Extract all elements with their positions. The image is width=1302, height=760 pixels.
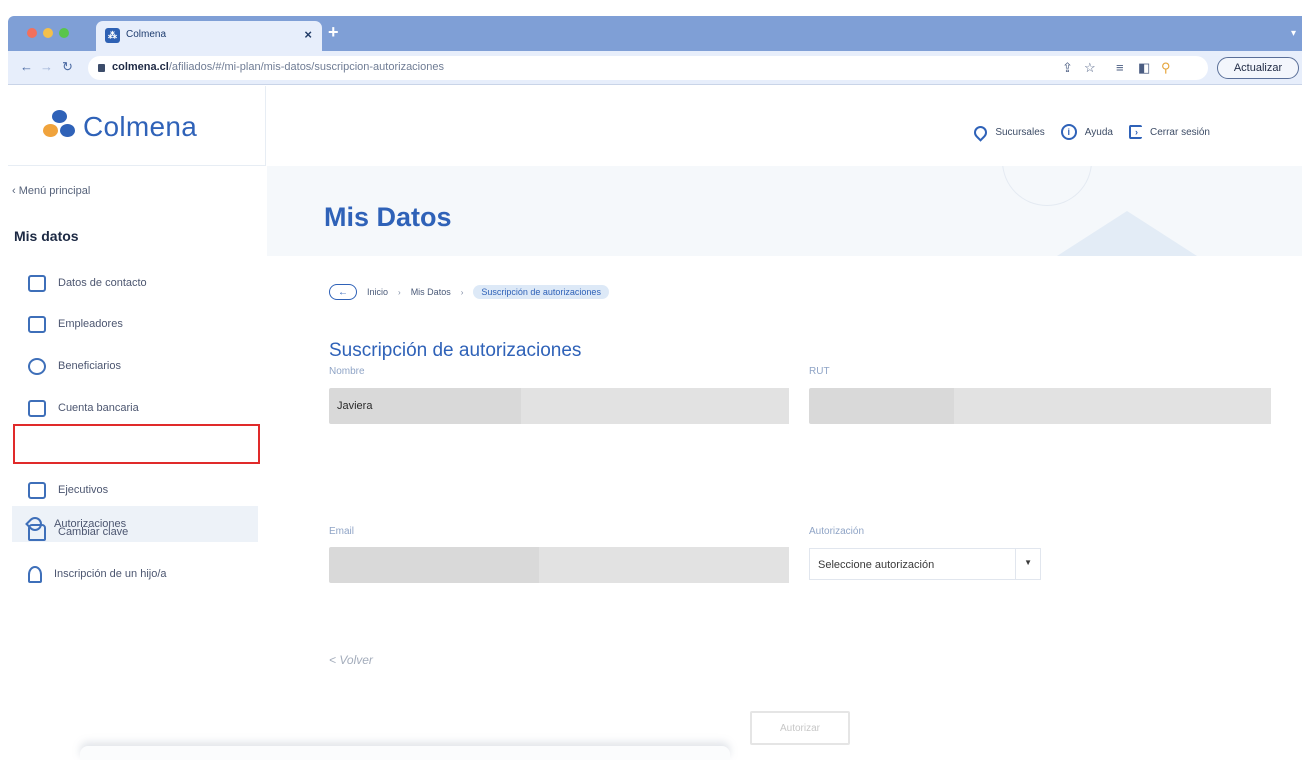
new-tab-icon[interactable]: +	[328, 22, 339, 43]
volver-link[interactable]: < Volver	[329, 653, 373, 667]
breadcrumb-separator-icon: ›	[398, 287, 401, 297]
tab-close-icon[interactable]: ×	[304, 27, 312, 42]
window-minimize-button[interactable]	[43, 28, 53, 38]
breadcrumb: ← Inicio › Mis Datos › Suscripción de au…	[329, 282, 609, 302]
back-arrow-icon[interactable]: ←	[329, 284, 357, 300]
logout-icon: ›	[1128, 125, 1142, 139]
logo-area: Colmena	[8, 86, 266, 166]
bookmark-star-icon[interactable]: ☆	[1084, 60, 1096, 76]
sidebar-item-datos-de-contacto[interactable]: Datos de contacto	[12, 265, 258, 301]
sidebar-item-inscripcion-hijo[interactable]: Inscripción de un hijo/a	[12, 556, 258, 592]
child-icon	[28, 565, 42, 583]
email-label: Email	[329, 526, 355, 537]
tab-title: Colmena	[126, 29, 167, 40]
rut-label: RUT	[809, 366, 830, 377]
breadcrumb-inicio[interactable]: Inicio	[367, 287, 388, 297]
page-title: Mis Datos	[324, 202, 452, 232]
form-title: Suscripción de autorizaciones	[329, 340, 582, 361]
colmena-favicon-icon: ⁂	[105, 28, 120, 43]
ayuda-link[interactable]: i Ayuda	[1060, 124, 1113, 140]
secure-lock-icon	[98, 64, 105, 72]
email-field[interactable]	[329, 547, 789, 583]
autorizar-button[interactable]: Autorizar	[750, 711, 850, 745]
field-shade	[954, 388, 1271, 424]
window-close-button[interactable]	[27, 28, 37, 38]
nombre-label: Nombre	[329, 366, 365, 377]
sidebar-item-label: Beneficiarios	[58, 360, 121, 372]
location-pin-icon	[971, 122, 991, 142]
cerrar-sesion-link[interactable]: › Cerrar sesión	[1128, 125, 1210, 139]
bottom-panel-edge	[80, 746, 730, 760]
header-links: Sucursales i Ayuda › Cerrar sesión	[971, 122, 1210, 142]
page-hero: Mis Datos	[267, 166, 1302, 256]
sidebar-item-ejecutivos[interactable]: Ejecutivos	[12, 472, 258, 508]
back-arrow-icon[interactable]: ←	[20, 59, 33, 74]
reload-icon[interactable]: ↻	[62, 59, 73, 75]
main-content: Mis Datos ← Inicio › Mis Datos › Suscrip…	[267, 166, 1302, 759]
sidebar-item-cambiar-clave[interactable]: Cambiar clave	[12, 514, 258, 550]
browser-tab-bar: ⁂ Colmena × + ▾	[0, 0, 1302, 51]
hero-decoration	[1057, 211, 1197, 256]
sidebar-item-label: Datos de contacto	[58, 277, 147, 289]
field-shade	[539, 547, 789, 583]
colmena-logo-icon[interactable]	[43, 110, 77, 140]
address-bar: ← → ↻ colmena.cl/afiliados/#/mi-plan/mis…	[8, 51, 1302, 85]
building-icon	[28, 315, 46, 333]
nombre-field[interactable]: Javiera	[329, 388, 789, 424]
cerrar-sesion-label: Cerrar sesión	[1149, 126, 1210, 138]
forward-arrow-icon[interactable]: →	[40, 59, 53, 74]
url-text: colmena.cl/afiliados/#/mi-plan/mis-datos…	[112, 61, 444, 73]
breadcrumb-current: Suscripción de autorizaciones	[473, 285, 609, 299]
autorizacion-label: Autorización	[809, 526, 865, 537]
url-field[interactable]: colmena.cl/afiliados/#/mi-plan/mis-datos…	[88, 56, 1208, 80]
extension-icon[interactable]: ⚲	[1161, 60, 1171, 76]
sidebar-item-cuenta-bancaria[interactable]: Cuenta bancaria	[12, 390, 258, 426]
sidebar-section-title: Mis datos	[14, 228, 79, 244]
site-page: Colmena Sucursales i Ayuda › Cerrar sesi…	[8, 86, 1302, 760]
bank-account-icon	[28, 399, 46, 417]
ayuda-label: Ayuda	[1084, 126, 1113, 138]
side-panel-icon[interactable]: ◧	[1138, 60, 1150, 76]
sidebar-item-beneficiarios[interactable]: Beneficiarios	[12, 348, 258, 384]
chevron-down-icon[interactable]: ▼	[1024, 558, 1032, 567]
sidebar-item-label: Inscripción de un hijo/a	[54, 568, 167, 580]
window-maximize-button[interactable]	[59, 28, 69, 38]
lock-icon	[28, 523, 46, 541]
select-divider	[1015, 549, 1016, 579]
sidebar-item-label: Cambiar clave	[58, 526, 129, 538]
breadcrumb-mis-datos[interactable]: Mis Datos	[411, 287, 451, 297]
highlight-annotation	[13, 424, 260, 464]
rut-field[interactable]	[809, 388, 1271, 424]
tab-list-chevron-icon[interactable]: ▾	[1291, 28, 1296, 39]
contact-card-icon	[28, 274, 46, 292]
share-icon[interactable]: ⇪	[1062, 60, 1073, 76]
nombre-value: Javiera	[337, 400, 373, 412]
breadcrumb-separator-icon: ›	[460, 287, 464, 297]
sidebar-item-label: Empleadores	[58, 318, 123, 330]
people-icon	[28, 357, 46, 375]
sidebar-item-empleadores[interactable]: Empleadores	[12, 306, 258, 342]
briefcase-icon	[28, 481, 46, 499]
sidebar-item-label: Cuenta bancaria	[58, 402, 139, 414]
sucursales-label: Sucursales	[995, 126, 1045, 138]
autorizacion-select[interactable]: Seleccione autorización ▼	[809, 548, 1041, 580]
main-menu-link[interactable]: ‹ Menú principal	[12, 185, 90, 197]
info-icon: i	[1060, 124, 1077, 140]
sucursales-link[interactable]: Sucursales	[971, 122, 1045, 142]
logo-text[interactable]: Colmena	[83, 111, 197, 143]
autorizacion-selected-value: Seleccione autorización	[818, 559, 935, 571]
field-shade	[521, 388, 789, 424]
browser-tab[interactable]: ⁂ Colmena ×	[96, 21, 322, 51]
update-button[interactable]: Actualizar	[1217, 57, 1299, 79]
hero-decoration	[1002, 166, 1092, 206]
reading-list-icon[interactable]: ≡	[1116, 60, 1124, 75]
sidebar-item-label: Ejecutivos	[58, 484, 109, 496]
